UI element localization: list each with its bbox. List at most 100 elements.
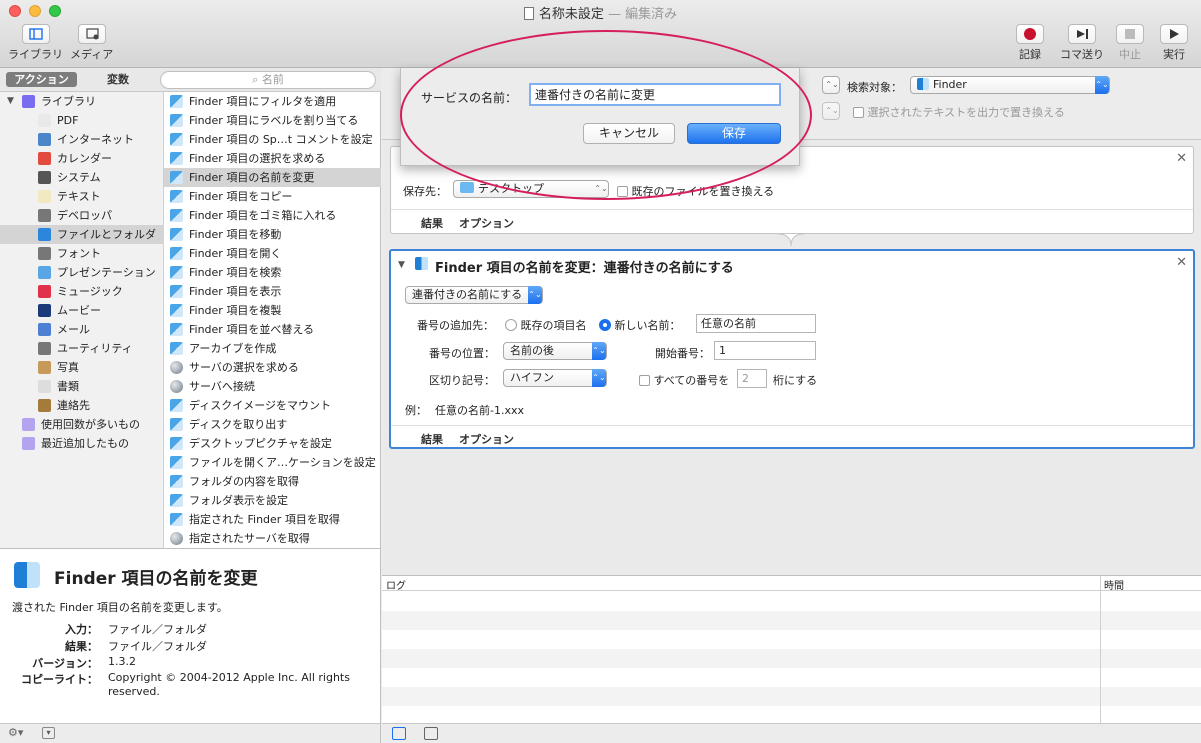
library-item[interactable]: ユーティリティ [0,339,164,358]
search-target-label: 検索対象： [847,81,902,94]
destination-popup[interactable]: デスクトップ ⌃⌄ [453,180,609,198]
disclosure-triangle-icon[interactable]: ▼ [398,260,405,270]
new-name-field[interactable]: 任意の名前 [696,314,816,333]
action-list-item[interactable]: Finder 項目を検索 [164,263,381,282]
digits-suffix-label: 桁にする [773,374,818,387]
position-popup[interactable]: 名前の後 ⌃⌄ [503,342,607,360]
service-output-popup[interactable]: ⌃⌄ [822,102,840,120]
rename-mode-popup[interactable]: 連番付きの名前にする ⌃⌄ [405,286,543,304]
action-box-rename[interactable]: ▼ Finder 項目の名前を変更：連番付きの名前にする ✕ 連番付きの名前にす… [389,249,1195,449]
action-list-item[interactable]: サーバへ接続 [164,377,381,396]
library-item[interactable]: ミュージック [0,282,164,301]
library-item[interactable]: PDF [0,111,164,130]
action-list-item[interactable]: Finder 項目を並べ替える [164,320,381,339]
replace-text-checkbox[interactable] [853,107,864,118]
start-number-field[interactable]: 1 [714,341,816,360]
search-target-popup[interactable]: Finder ⌃⌄ [910,76,1110,94]
service-name-field[interactable]: 連番付きの名前に変更 [529,83,781,106]
gear-icon[interactable]: ⚙▾ [8,726,23,739]
developer-icon [38,209,51,222]
radio-new-icon[interactable] [599,319,611,331]
action-list-item[interactable]: Finder 項目にフィルタを適用 [164,92,381,111]
action-list-item[interactable]: Finder 項目を開く [164,244,381,263]
action-footer: 結果 オプション [391,425,1193,449]
action-list-item[interactable]: フォルダの内容を取得 [164,472,381,491]
action-list-item[interactable]: Finder 項目をコピー [164,187,381,206]
disclosure-triangle-icon[interactable]: ▼ [7,92,14,111]
library-item[interactable]: 最近追加したもの [0,434,164,453]
record-button[interactable]: 記録 [1016,24,1044,62]
all-numbers-option[interactable]: すべての番号を [639,372,729,388]
folder-icon [460,182,474,193]
action-list-item[interactable]: ファイルを開くア…ケーションを設定 [164,453,381,472]
options-tab[interactable]: オプション [459,215,514,231]
digits-field[interactable]: 2 [737,369,767,388]
close-action-icon[interactable]: ✕ [1176,255,1187,270]
action-list-item[interactable]: Finder 項目を移動 [164,225,381,244]
stop-button[interactable]: 中止 [1116,24,1144,62]
action-list-item[interactable]: ディスクを取り出す [164,415,381,434]
results-tab[interactable]: 結果 [421,215,443,231]
library-item[interactable]: デベロッパ [0,206,164,225]
finder-icon [170,285,183,298]
action-list-item[interactable]: Finder 項目をゴミ箱に入れる [164,206,381,225]
library-item[interactable]: インターネット [0,130,164,149]
action-list-item[interactable]: サーバの選択を求める [164,358,381,377]
time-column-header[interactable]: 時間 [1104,577,1124,592]
radio-existing-name[interactable]: 既存の項目名 [505,317,587,333]
library-item[interactable]: フォント [0,244,164,263]
action-search-input[interactable]: ⌕ 名前 [160,71,376,89]
action-list-item[interactable]: アーカイブを作成 [164,339,381,358]
library-item[interactable]: メール [0,320,164,339]
cancel-button[interactable]: キャンセル [583,123,675,144]
library-item[interactable]: ムービー [0,301,164,320]
smart-folder-icon [22,418,35,431]
tab-variables[interactable]: 変数 [98,72,138,87]
action-list-item[interactable]: フォルダ表示を設定 [164,491,381,510]
action-list-item[interactable]: Finder 項目にラベルを割り当てる [164,111,381,130]
action-list-item[interactable]: 指定された Finder 項目を取得 [164,510,381,529]
action-list-item[interactable]: Finder 項目の Sp…t コメントを設定 [164,130,381,149]
media-button[interactable]: メディア [70,24,113,62]
action-list-item[interactable]: ディスクイメージをマウント [164,396,381,415]
library-item[interactable]: ▼ ライブラリ [0,92,164,111]
action-list-item[interactable]: 指定されたサーバを取得 [164,529,381,548]
toggle-description-icon[interactable]: ▾ [42,727,55,739]
log-column-header[interactable]: ログ [386,577,406,592]
close-action-icon[interactable]: ✕ [1176,151,1187,166]
action-list-item[interactable]: Finder 項目を表示 [164,282,381,301]
step-button[interactable]: コマ送り [1060,24,1104,62]
library-item[interactable]: 写真 [0,358,164,377]
library-item[interactable]: システム [0,168,164,187]
list-view-icon[interactable] [392,727,406,740]
tab-actions[interactable]: アクション [6,72,77,87]
all-numbers-checkbox[interactable] [639,375,650,386]
media-icon [77,24,106,44]
save-button[interactable]: 保存 [687,123,781,144]
library-button[interactable]: ライブラリ [8,24,63,62]
radio-existing-icon[interactable] [505,319,517,331]
library-item[interactable]: 書類 [0,377,164,396]
separator-popup[interactable]: ハイフン ⌃⌄ [503,369,607,387]
action-list-item[interactable]: Finder 項目を複製 [164,301,381,320]
pdf-icon [38,114,51,127]
action-list-item[interactable]: デスクトップピクチャを設定 [164,434,381,453]
split-view-icon[interactable] [424,727,438,740]
radio-new-name[interactable]: 新しい名前： [599,317,681,333]
service-input-popup[interactable]: ⌃⌄ [822,76,840,94]
presentation-icon [38,266,51,279]
library-item[interactable]: ファイルとフォルダ [0,225,164,244]
options-tab[interactable]: オプション [459,431,514,447]
library-item[interactable]: カレンダー [0,149,164,168]
library-item[interactable]: プレゼンテーション [0,263,164,282]
results-tab[interactable]: 結果 [421,431,443,447]
action-list-item[interactable]: Finder 項目の選択を求める [164,149,381,168]
replace-selected-text-option[interactable]: 選択されたテキストを出力で置き換える [853,104,1065,120]
library-item[interactable]: テキスト [0,187,164,206]
action-list-item[interactable]: Finder 項目の名前を変更 [164,168,381,187]
replace-files-checkbox[interactable] [617,186,628,197]
library-item[interactable]: 使用回数が多いもの [0,415,164,434]
run-button[interactable]: 実行 [1160,24,1188,62]
replace-files-option[interactable]: 既存のファイルを置き換える [617,183,774,199]
library-item[interactable]: 連絡先 [0,396,164,415]
